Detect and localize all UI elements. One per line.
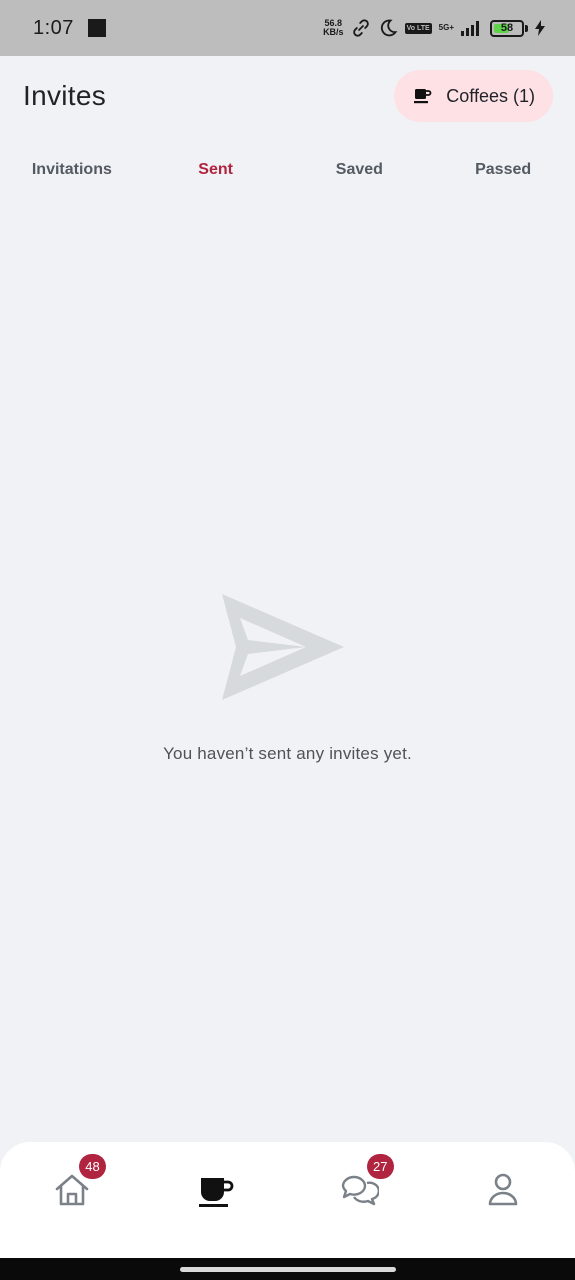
notification-square-icon	[87, 19, 106, 37]
tab-bar: Invitations Sent Saved Passed	[0, 150, 575, 190]
tab-saved[interactable]: Saved	[288, 161, 432, 179]
battery-level: 58	[500, 22, 514, 34]
net-speed: 56.8 KB/s	[323, 19, 344, 37]
tab-sent[interactable]: Sent	[144, 161, 288, 179]
volte-badge: Vo LTE	[404, 22, 432, 34]
network-type: 5G+	[438, 23, 454, 32]
battery-icon: 58	[490, 19, 524, 37]
profile-icon	[488, 1173, 518, 1206]
coffees-label: Coffees (1)	[446, 85, 535, 106]
nav-home[interactable]: 48	[0, 1154, 144, 1210]
coffees-button[interactable]: Coffees (1)	[394, 70, 553, 122]
nav-invites[interactable]: 27	[144, 1154, 394, 1210]
paper-plane-icon	[221, 594, 344, 700]
battery-tip	[525, 24, 528, 32]
home-indicator[interactable]	[179, 1266, 396, 1272]
moon-icon	[380, 19, 397, 37]
page-title: Invites	[23, 80, 107, 111]
nav-profile[interactable]	[431, 1170, 575, 1210]
coffee-cup-icon	[198, 1178, 233, 1207]
header: Invites Coffees (1)	[0, 56, 575, 136]
bottom-nav: 48 27	[0, 1142, 575, 1258]
status-time: 1:07	[33, 16, 74, 39]
chat-bubbles-icon	[342, 1175, 380, 1206]
tab-passed[interactable]: Passed	[431, 161, 575, 179]
coffee-cup-icon	[414, 89, 432, 104]
empty-state: You haven’t sent any invites yet.	[0, 590, 575, 764]
empty-state-message: You haven’t sent any invites yet.	[163, 744, 412, 763]
charging-bolt-icon	[535, 20, 545, 36]
tab-invitations[interactable]: Invitations	[0, 161, 144, 179]
link-icon	[352, 19, 369, 37]
signal-icon	[461, 21, 479, 36]
status-bar: 1:07 56.8 KB/s Vo LTE 5G+ 58	[0, 0, 575, 56]
status-icons: 56.8 KB/s Vo LTE 5G+ 58	[323, 18, 545, 38]
battery-indicator: 58	[490, 19, 528, 37]
home-badge: 48	[79, 1154, 106, 1179]
system-nav-bar	[0, 1258, 575, 1280]
net-speed-unit: KB/s	[323, 27, 344, 37]
nav-messages[interactable]	[288, 1170, 432, 1210]
